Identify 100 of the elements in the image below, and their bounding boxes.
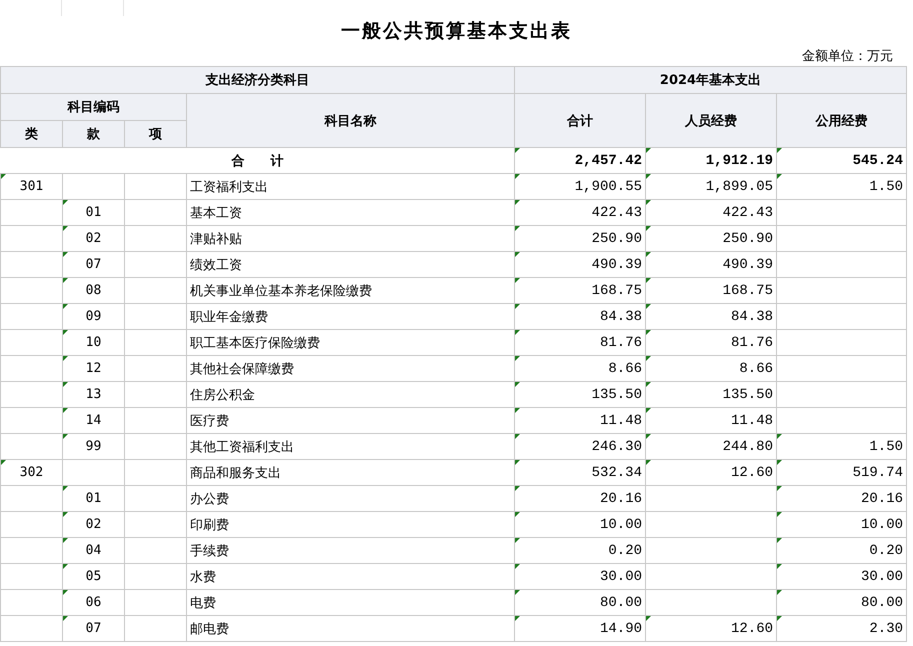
table-cell — [124, 434, 186, 460]
table-cell: 80.00 — [514, 590, 646, 616]
table-cell — [0, 486, 62, 512]
table-cell — [0, 278, 62, 304]
table-cell: 基本工资 — [186, 200, 514, 226]
table-cell: 12 — [62, 356, 124, 382]
table-cell: 84.38 — [514, 304, 646, 330]
table-cell — [0, 408, 62, 434]
table-cell: 250.90 — [646, 226, 776, 252]
header-cell: 科目名称 — [186, 94, 514, 148]
table-cell: 11.48 — [646, 408, 776, 434]
table-cell: 职工基本医疗保险缴费 — [186, 330, 514, 356]
table-cell — [124, 460, 186, 486]
table-cell — [62, 460, 124, 486]
table-cell: 301 — [0, 174, 62, 200]
table-cell: 30.00 — [514, 564, 646, 590]
table-cell: 04 — [62, 538, 124, 564]
header-cell: 科目编码 — [0, 94, 186, 120]
table-cell: 01 — [62, 486, 124, 512]
table-cell: 99 — [62, 434, 124, 460]
header-cell: 支出经济分类科目 — [0, 66, 514, 94]
table-cell: 81.76 — [514, 330, 646, 356]
table-cell: 02 — [62, 512, 124, 538]
table-cell — [62, 174, 124, 200]
table-cell — [124, 174, 186, 200]
table-cell — [0, 200, 62, 226]
table-cell — [124, 330, 186, 356]
table-cell: 09 — [62, 304, 124, 330]
table-cell: 2.30 — [776, 616, 906, 642]
table-cell: 13 — [62, 382, 124, 408]
table-cell: 办公费 — [186, 486, 514, 512]
table-cell: 302 — [0, 460, 62, 486]
table-cell — [124, 616, 186, 642]
total-label: 合 计 — [0, 148, 514, 174]
table-cell — [0, 512, 62, 538]
header-cell: 合计 — [514, 94, 646, 148]
table-cell: 10.00 — [776, 512, 906, 538]
table-cell: 机关事业单位基本养老保险缴费 — [186, 278, 514, 304]
table-cell — [124, 304, 186, 330]
table-cell — [124, 486, 186, 512]
table-cell — [0, 382, 62, 408]
table-cell: 490.39 — [514, 252, 646, 278]
table-cell: 职业年金缴费 — [186, 304, 514, 330]
table-cell — [0, 616, 62, 642]
table-cell — [124, 382, 186, 408]
table-cell: 津贴补贴 — [186, 226, 514, 252]
table-cell: 20.16 — [514, 486, 646, 512]
table-cell: 8.66 — [514, 356, 646, 382]
table-cell: 1,899.05 — [646, 174, 776, 200]
table-cell: 其他社会保障缴费 — [186, 356, 514, 382]
table-cell: 08 — [62, 278, 124, 304]
table-cell — [124, 278, 186, 304]
table-cell: 01 — [62, 200, 124, 226]
table-cell: 250.90 — [514, 226, 646, 252]
table-cell: 135.50 — [646, 382, 776, 408]
table-cell — [0, 226, 62, 252]
table-cell: 80.00 — [776, 590, 906, 616]
table-cell — [124, 356, 186, 382]
table-cell: 490.39 — [646, 252, 776, 278]
table-cell: 电费 — [186, 590, 514, 616]
header-cell: 款 — [62, 120, 124, 148]
table-title: 一般公共预算基本支出表 — [340, 19, 573, 44]
table-cell: 81.76 — [646, 330, 776, 356]
table-cell: 0.20 — [514, 538, 646, 564]
table-cell — [124, 252, 186, 278]
table-cell — [0, 538, 62, 564]
table-cell: 532.34 — [514, 460, 646, 486]
table-cell: 印刷费 — [186, 512, 514, 538]
table-cell — [124, 200, 186, 226]
table-cell: 1.50 — [776, 174, 906, 200]
table-cell — [124, 564, 186, 590]
table-cell: 05 — [62, 564, 124, 590]
table-cell — [0, 330, 62, 356]
table-cell — [0, 564, 62, 590]
table-cell: 住房公积金 — [186, 382, 514, 408]
table-cell — [0, 590, 62, 616]
header-cell: 2024年基本支出 — [514, 66, 906, 94]
table-cell: 246.30 — [514, 434, 646, 460]
table-cell — [0, 304, 62, 330]
table-cell: 1.50 — [776, 434, 906, 460]
table-cell — [124, 226, 186, 252]
table-cell: 545.24 — [776, 148, 906, 174]
table-cell: 1,900.55 — [514, 174, 646, 200]
table-cell: 06 — [62, 590, 124, 616]
table-cell: 02 — [62, 226, 124, 252]
table-cell: 商品和服务支出 — [186, 460, 514, 486]
table-cell — [124, 512, 186, 538]
table-cell: 10.00 — [514, 512, 646, 538]
table-cell: 168.75 — [646, 278, 776, 304]
table-cell — [0, 356, 62, 382]
table-cell: 手续费 — [186, 538, 514, 564]
table-cell: 20.16 — [776, 486, 906, 512]
table-cell: 14 — [62, 408, 124, 434]
table-cell — [0, 434, 62, 460]
table-cell: 11.48 — [514, 408, 646, 434]
header-cell: 类 — [0, 120, 62, 148]
table-cell: 30.00 — [776, 564, 906, 590]
table-cell: 10 — [62, 330, 124, 356]
table-cell: 14.90 — [514, 616, 646, 642]
table-cell: 医疗费 — [186, 408, 514, 434]
